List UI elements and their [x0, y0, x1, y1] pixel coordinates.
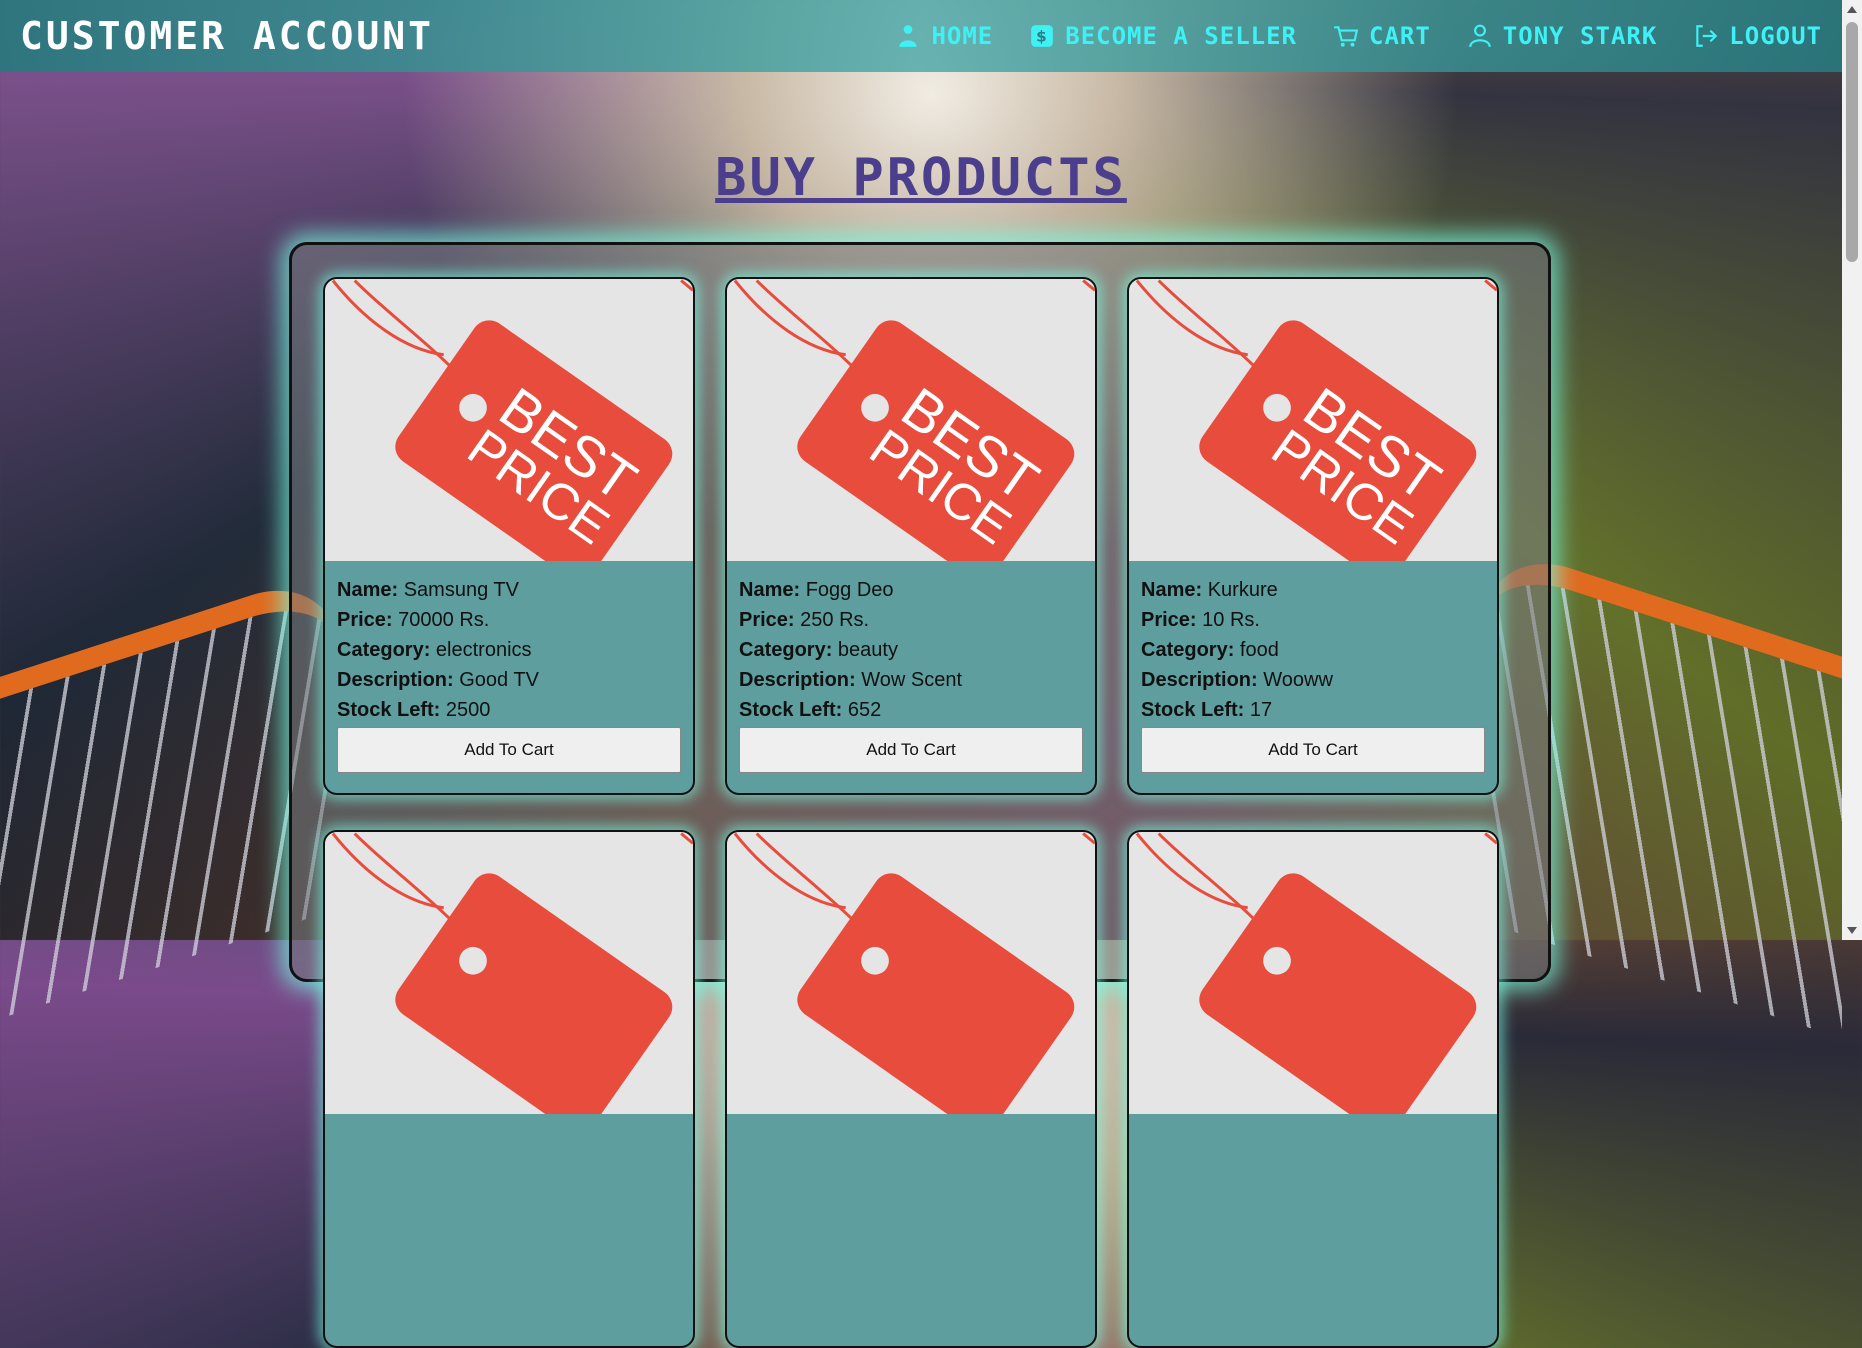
dollar-square-icon: $ [1031, 25, 1054, 47]
navbar: CUSTOMER ACCOUNT HOME $ BECOME A SELLER … [0, 0, 1842, 72]
page-title: BUY PRODUCTS [715, 148, 1127, 208]
product-info: Name: Fogg Deo Price: 250 Rs. Category: … [727, 561, 1095, 773]
add-to-cart-button[interactable]: Add To Cart [337, 727, 681, 773]
product-stock: Stock Left: 652 [739, 699, 882, 721]
best-price-tag-image [727, 832, 1095, 1114]
nav-user-label: TONY STARK [1502, 22, 1658, 50]
add-to-cart-button[interactable]: Add To Cart [739, 727, 1083, 773]
price-tag-icon [331, 832, 693, 1114]
nav-home[interactable]: HOME [895, 22, 993, 50]
product-card: BEST PRICE Name: Samsung TV Price: 70000… [323, 277, 695, 795]
product-category: Category: food [1141, 639, 1279, 661]
price-tag-icon [1135, 832, 1497, 1114]
svg-text:$: $ [1036, 27, 1048, 45]
product-info: Name: Kurkure Price: 10 Rs. Category: fo… [1129, 561, 1497, 773]
product-card: BEST PRICE Name: Kurkure Price: 10 Rs. C… [1127, 277, 1499, 795]
vertical-scrollbar[interactable] [1842, 0, 1862, 940]
product-description: Description: Wooww [1141, 669, 1333, 691]
nav-become-seller[interactable]: $ BECOME A SELLER [1029, 22, 1297, 50]
product-name: Name: Kurkure [1141, 579, 1278, 601]
product-description: Description: Wow Scent [739, 669, 963, 691]
product-card [323, 830, 695, 1348]
brand-title: CUSTOMER ACCOUNT [20, 14, 435, 58]
product-name: Name: Samsung TV [337, 579, 519, 601]
product-price: Price: 10 Rs. [1141, 609, 1260, 631]
product-card [725, 830, 1097, 1348]
product-price: Price: 70000 Rs. [337, 609, 490, 631]
product-price: Price: 250 Rs. [739, 609, 870, 631]
nav-become-seller-label: BECOME A SELLER [1065, 22, 1297, 50]
scroll-up-arrow-icon[interactable] [1847, 6, 1857, 13]
user-home-icon [899, 25, 918, 47]
logout-icon [1696, 25, 1718, 47]
nav-user-profile[interactable]: TONY STARK [1467, 22, 1658, 50]
user-icon [1468, 24, 1491, 48]
product-name: Name: Fogg Deo [739, 579, 894, 601]
best-price-tag-image: BEST PRICE [325, 279, 693, 561]
nav-cart-label: CART [1369, 22, 1431, 50]
product-stock: Stock Left: 2500 [337, 699, 491, 721]
price-tag-icon: BEST PRICE [331, 279, 693, 561]
cart-icon [1334, 26, 1359, 47]
product-card: BEST PRICE Name: Fogg Deo Price: 250 Rs.… [725, 277, 1097, 795]
best-price-tag-image: BEST PRICE [1129, 279, 1497, 561]
add-to-cart-button[interactable]: Add To Cart [1141, 727, 1485, 773]
nav-cart[interactable]: CART [1333, 22, 1431, 50]
product-card [1127, 830, 1499, 1348]
price-tag-icon [733, 832, 1095, 1114]
nav-logout[interactable]: LOGOUT [1693, 22, 1822, 50]
nav-home-label: HOME [931, 22, 994, 50]
scrollbar-thumb[interactable] [1846, 22, 1858, 262]
best-price-tag-image [1129, 832, 1497, 1114]
product-stock: Stock Left: 17 [1141, 699, 1273, 721]
nav-logout-label: LOGOUT [1729, 22, 1822, 50]
product-info: Name: Samsung TV Price: 70000 Rs. Catego… [325, 561, 693, 773]
price-tag-icon: BEST PRICE [733, 279, 1095, 561]
product-category: Category: electronics [337, 639, 532, 661]
scroll-down-arrow-icon[interactable] [1847, 927, 1857, 934]
products-panel: BEST PRICE Name: Samsung TV Price: 70000… [289, 242, 1551, 1348]
product-description: Description: Good TV [337, 669, 539, 691]
price-tag-icon: BEST PRICE [1135, 279, 1497, 561]
nav-links: HOME $ BECOME A SELLER CART TONY STARK L… [895, 22, 1822, 50]
best-price-tag-image: BEST PRICE [727, 279, 1095, 561]
product-category: Category: beauty [739, 639, 898, 661]
best-price-tag-image [325, 832, 693, 1114]
